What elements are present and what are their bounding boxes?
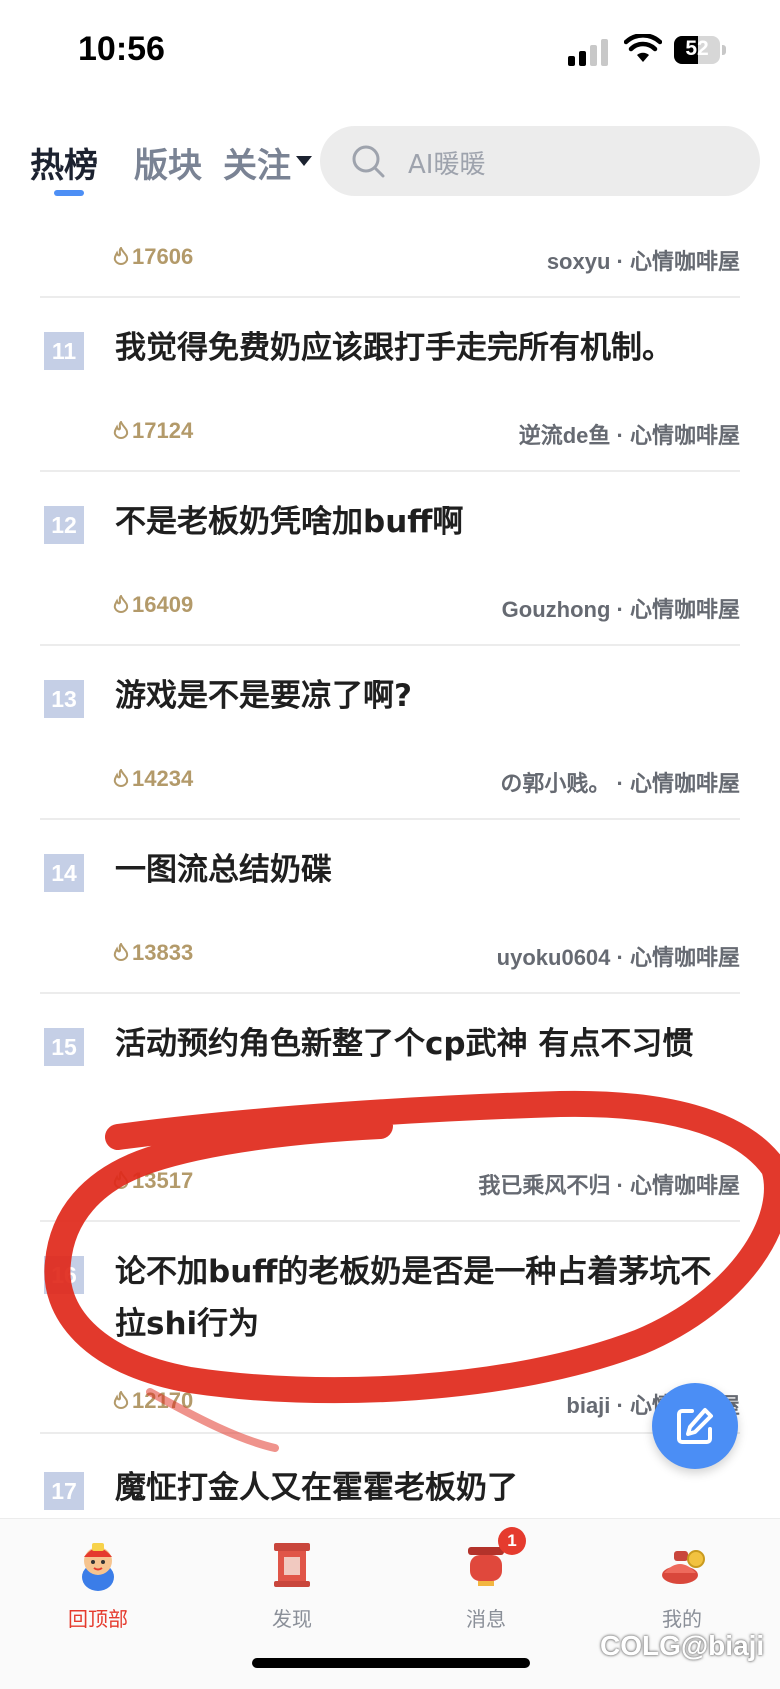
post-title[interactable]: 论不加buff的老板奶是否是一种占着茅坑不拉shi行为: [115, 1246, 740, 1350]
board[interactable]: 心情咖啡屋: [630, 249, 740, 274]
item-meta: uyoku0604 · 心情咖啡屋: [496, 945, 740, 970]
battery-cap: [722, 45, 726, 55]
author[interactable]: soxyu: [547, 249, 611, 274]
rank-badge: 11: [44, 332, 84, 370]
edit-icon: [677, 1408, 713, 1444]
list-item[interactable]: 12 不是老板奶凭啥加buff啊 16409 Gouzhong · 心情咖啡屋: [40, 472, 740, 644]
tab-hot[interactable]: 热榜: [30, 138, 98, 187]
message-icon: 1: [458, 1527, 526, 1593]
post-title[interactable]: 活动预约角色新整了个cp武神 有点不习惯: [115, 1018, 740, 1070]
item-meta: Gouzhong · 心情咖啡屋: [501, 597, 740, 622]
board[interactable]: 心情咖啡屋: [630, 1173, 740, 1198]
item-meta: soxyu · 心情咖啡屋: [546, 249, 740, 274]
author[interactable]: uyoku0604: [497, 945, 611, 970]
tab-messages[interactable]: 1 消息: [416, 1527, 556, 1632]
flame-icon: [113, 942, 129, 961]
tab-boards[interactable]: 版块: [134, 138, 202, 187]
heat-count: 13833: [112, 940, 193, 966]
heat-count: 13517: [112, 1168, 193, 1194]
active-tab-indicator: [54, 190, 84, 196]
tab-following[interactable]: 关注: [223, 138, 291, 187]
battery-icon: 52: [674, 36, 720, 64]
board[interactable]: 心情咖啡屋: [630, 771, 740, 796]
flame-icon: [113, 420, 129, 439]
rank-badge: 15: [44, 1028, 84, 1066]
author[interactable]: 逆流de鱼: [519, 423, 611, 448]
list-item[interactable]: 14 一图流总结奶碟 13833 uyoku0604 · 心情咖啡屋: [40, 820, 740, 992]
list-item[interactable]: 17 魔怔打金人又在霍霍老板奶了: [40, 1434, 740, 1524]
flame-icon: [113, 1170, 129, 1189]
search-placeholder: AI暖暖: [408, 150, 486, 180]
flame-icon: [113, 768, 129, 787]
item-meta: 逆流de鱼 · 心情咖啡屋: [518, 423, 740, 448]
status-bar: 10:56 52: [0, 0, 780, 100]
heat-count: 12170: [112, 1388, 193, 1414]
chevron-down-icon[interactable]: [296, 156, 312, 166]
flame-icon: [113, 246, 129, 265]
rank-badge: 14: [44, 854, 84, 892]
discover-icon: [264, 1537, 320, 1593]
flame-icon: [113, 594, 129, 613]
rank-badge: 17: [44, 1472, 84, 1510]
unread-badge: 1: [498, 1527, 526, 1555]
rank-badge: 16: [44, 1256, 84, 1294]
heat-count: 17606: [112, 244, 193, 270]
post-title[interactable]: 我觉得免费奶应该跟打手走完所有机制。: [115, 322, 740, 374]
watermark: COLG@biaji: [600, 1630, 765, 1661]
board[interactable]: 心情咖啡屋: [630, 597, 740, 622]
post-title[interactable]: 魔怔打金人又在霍霍老板奶了: [115, 1462, 740, 1514]
clock: 10:56: [78, 30, 165, 68]
list-item-partial[interactable]: 17606 soxyu · 心情咖啡屋: [40, 210, 740, 296]
list-item[interactable]: 13 游戏是不是要凉了啊? 14234 の郭小贱。 · 心情咖啡屋: [40, 646, 740, 818]
battery-percent: 52: [685, 37, 709, 60]
flame-icon: [113, 1390, 129, 1409]
item-meta: 我已乘风不归 · 心情咖啡屋: [478, 1173, 740, 1198]
list-item[interactable]: 15 活动预约角色新整了个cp武神 有点不习惯 13517 我已乘风不归 · 心…: [40, 994, 740, 1220]
post-title[interactable]: 游戏是不是要凉了啊?: [115, 670, 740, 722]
top-nav: 热榜 版块 关注 AI暖暖: [0, 118, 780, 198]
cellular-signal-icon: [568, 38, 610, 66]
search-bar[interactable]: AI暖暖: [320, 126, 760, 196]
heat-count: 14234: [112, 766, 193, 792]
author[interactable]: Gouzhong: [502, 597, 611, 622]
tab-discover[interactable]: 发现: [222, 1537, 362, 1632]
rank-badge: 13: [44, 680, 84, 718]
post-title[interactable]: 一图流总结奶碟: [115, 844, 740, 896]
list-item[interactable]: 11 我觉得免费奶应该跟打手走完所有机制。 17124 逆流de鱼 · 心情咖啡…: [40, 298, 740, 470]
search-icon: [352, 145, 385, 178]
author[interactable]: の郭小贱。: [500, 771, 610, 796]
board[interactable]: 心情咖啡屋: [630, 423, 740, 448]
wifi-icon: [624, 34, 662, 62]
compose-button[interactable]: [652, 1383, 738, 1469]
profile-icon: [654, 1537, 710, 1593]
author[interactable]: biaji: [566, 1393, 610, 1418]
author[interactable]: 我已乘风不归: [478, 1173, 610, 1198]
tab-back-to-top[interactable]: 回顶部: [28, 1537, 168, 1632]
item-meta: の郭小贱。 · 心情咖啡屋: [500, 771, 740, 796]
heat-count: 16409: [112, 592, 193, 618]
post-title[interactable]: 不是老板奶凭啥加buff啊: [115, 496, 740, 548]
heat-count: 17124: [112, 418, 193, 444]
mascot-icon: [70, 1537, 126, 1593]
home-indicator[interactable]: [252, 1658, 530, 1668]
list-item[interactable]: 16 论不加buff的老板奶是否是一种占着茅坑不拉shi行为 12170 bia…: [40, 1222, 740, 1442]
rank-badge: 12: [44, 506, 84, 544]
tab-profile[interactable]: 我的: [612, 1537, 752, 1632]
board[interactable]: 心情咖啡屋: [630, 945, 740, 970]
